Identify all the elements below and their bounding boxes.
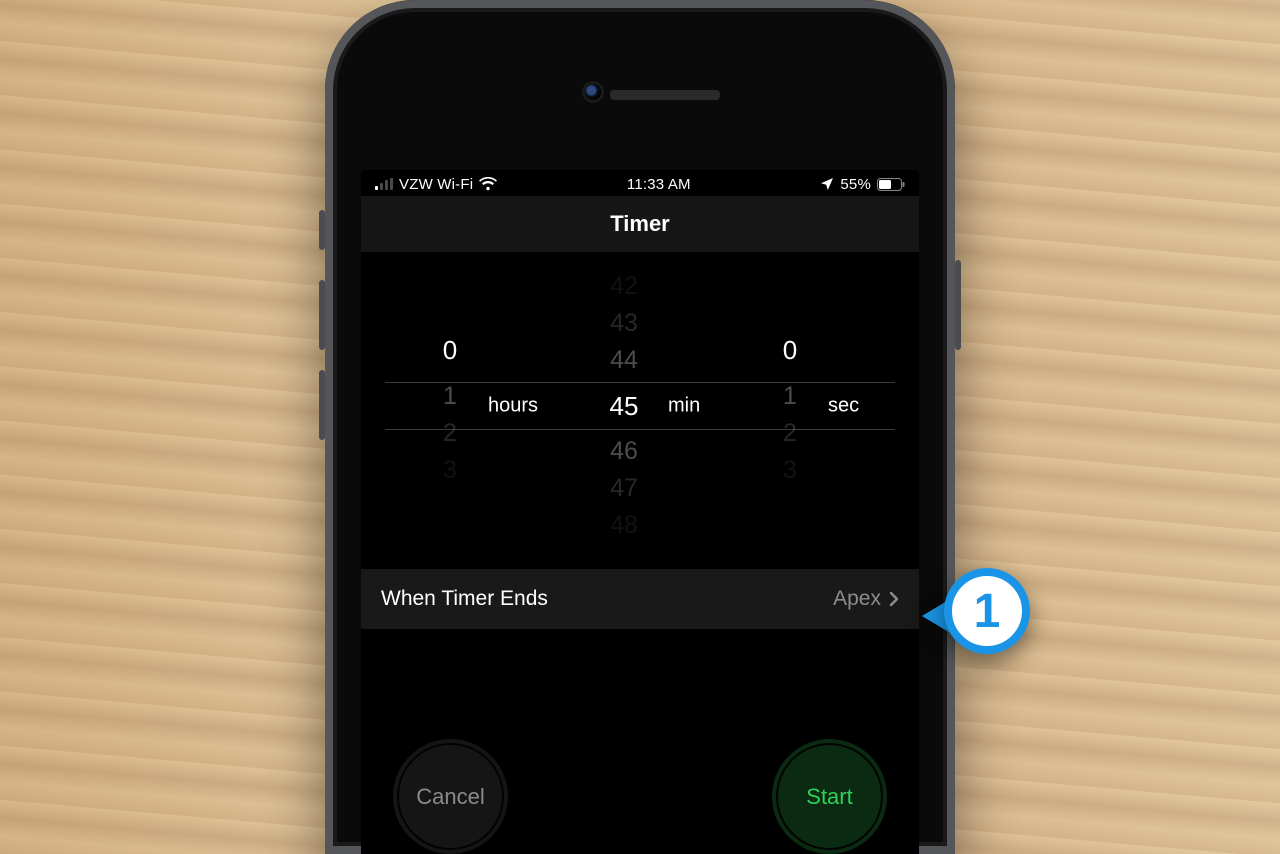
hours-wheel[interactable]: 0 1 2 3 hours <box>385 261 555 551</box>
when-timer-ends-row[interactable]: When Timer Ends Apex <box>361 569 919 629</box>
battery-percentage: 55% <box>840 176 871 193</box>
carrier-label: VZW Wi-Fi <box>399 176 473 193</box>
callout-number: 1 <box>974 584 1001 639</box>
status-clock: 11:33 AM <box>627 176 691 193</box>
seconds-selected: 0 <box>783 328 797 374</box>
seconds-wheel[interactable]: 0 1 2 3 sec <box>725 261 895 551</box>
iphone-device: VZW Wi-Fi 11:33 AM 55% Time <box>325 0 955 854</box>
phone-screen: VZW Wi-Fi 11:33 AM 55% Time <box>361 170 919 854</box>
desk-background: VZW Wi-Fi 11:33 AM 55% Time <box>0 0 1280 854</box>
hours-unit: hours <box>488 395 538 418</box>
front-camera <box>585 84 601 100</box>
page-title: Timer <box>610 211 670 237</box>
hours-selected: 0 <box>443 328 457 374</box>
status-bar: VZW Wi-Fi 11:33 AM 55% <box>361 170 919 196</box>
earpiece-speaker <box>610 90 720 100</box>
volume-down-button <box>319 370 325 440</box>
cellular-signal-icon <box>375 178 393 190</box>
nav-header: Timer <box>361 196 919 253</box>
power-button <box>955 260 961 350</box>
minutes-wheel[interactable]: 42 43 44 45 46 47 48 min <box>555 261 725 551</box>
wifi-icon <box>479 177 497 191</box>
battery-icon <box>877 178 905 191</box>
time-picker[interactable]: 0 1 2 3 hours 42 43 44 45 46 <box>385 261 895 551</box>
mute-switch <box>319 210 325 250</box>
seconds-unit: sec <box>828 395 859 418</box>
callout-badge: 1 <box>944 568 1030 654</box>
chevron-right-icon <box>889 591 899 607</box>
when-timer-ends-label: When Timer Ends <box>381 587 548 611</box>
minutes-selected: 45 <box>610 383 639 429</box>
action-buttons: Cancel Start <box>361 739 919 854</box>
minutes-unit: min <box>668 395 700 418</box>
cancel-button[interactable]: Cancel <box>393 739 508 854</box>
location-icon <box>820 177 834 191</box>
when-timer-ends-value: Apex <box>833 587 881 611</box>
start-button[interactable]: Start <box>772 739 887 854</box>
annotation-callout-1: 1 <box>920 560 1040 660</box>
volume-up-button <box>319 280 325 350</box>
